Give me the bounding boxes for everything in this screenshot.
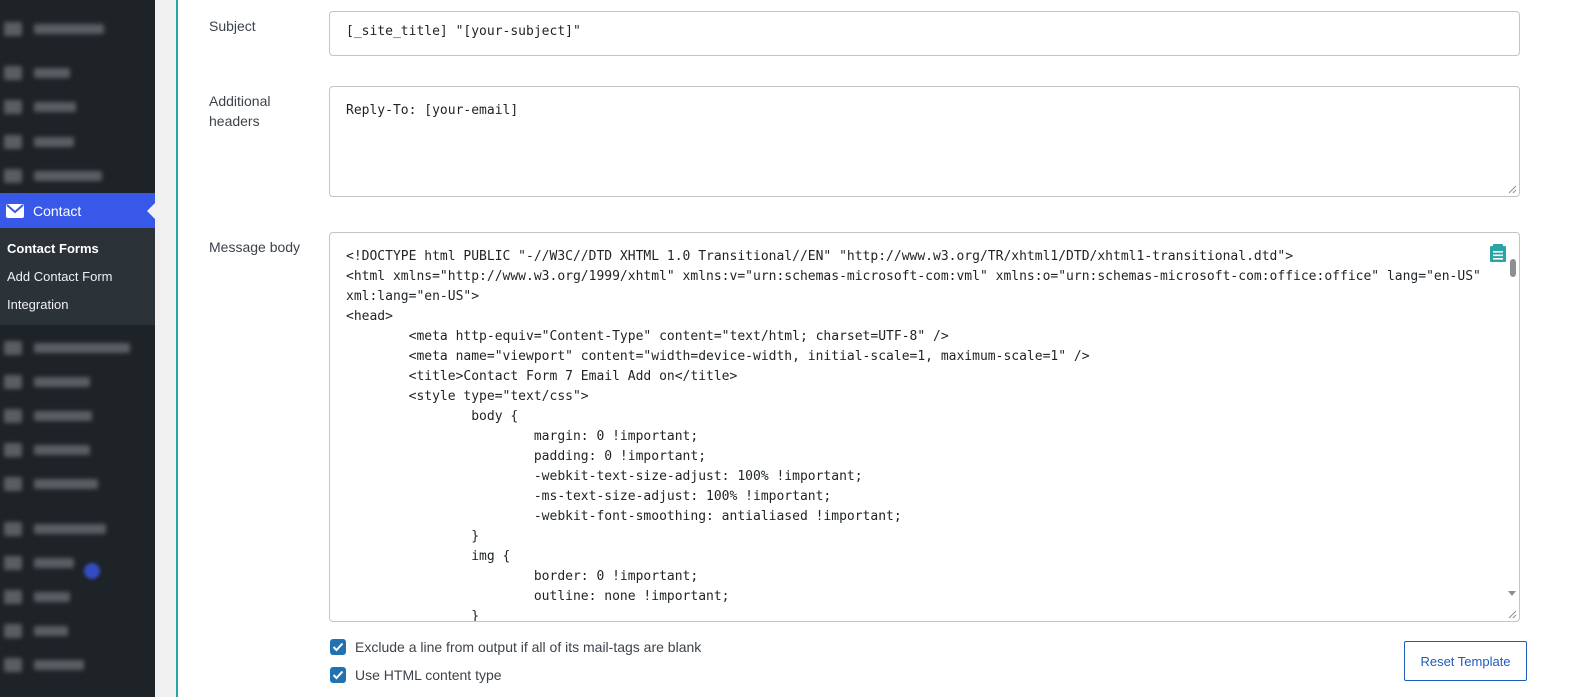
message-body-code: <!DOCTYPE html PUBLIC "-//W3C//DTD XHTML… (346, 249, 1481, 622)
sidebar-item-blurred[interactable] (4, 134, 74, 150)
sidebar-item-blurred[interactable] (4, 408, 92, 424)
subject-label: Subject (209, 18, 256, 34)
sidebar-item-blurred[interactable] (4, 374, 90, 390)
sidebar-item-label: Contact (33, 202, 82, 219)
html-content-checkbox[interactable] (330, 667, 346, 683)
sidebar-item-blurred[interactable] (4, 623, 68, 639)
message-body-textarea[interactable]: <!DOCTYPE html PUBLIC "-//W3C//DTD XHTML… (329, 232, 1520, 622)
sidebar-item-blurred[interactable] (4, 442, 90, 458)
contact-submenu: Contact Forms Add Contact Form Integrati… (0, 228, 155, 325)
sidebar-item-contact[interactable]: Contact (0, 193, 155, 228)
html-content-option[interactable]: Use HTML content type (330, 667, 502, 683)
sidebar-item-blurred[interactable] (4, 521, 106, 537)
additional-headers-label: Additional headers (209, 93, 271, 129)
reset-template-button[interactable]: Reset Template (1404, 641, 1527, 681)
message-body-label: Message body (209, 239, 301, 255)
update-count-badge (84, 563, 100, 579)
admin-sidebar: Contact Contact Forms Add Contact Form I… (0, 0, 155, 697)
sidebar-item-blurred[interactable] (4, 657, 84, 673)
sidebar-item-blurred[interactable] (4, 65, 70, 81)
active-indicator (147, 203, 155, 219)
html-content-label: Use HTML content type (355, 667, 502, 683)
resize-grip-icon[interactable] (1507, 184, 1517, 194)
checkmark-icon (332, 670, 344, 680)
exclude-blank-option[interactable]: Exclude a line from output if all of its… (330, 639, 701, 655)
checkmark-icon (332, 642, 344, 652)
subject-input[interactable]: [_site_title] "[your-subject]" (329, 11, 1520, 56)
exclude-blank-label: Exclude a line from output if all of its… (355, 639, 702, 655)
submenu-add-contact-form[interactable]: Add Contact Form (0, 263, 155, 291)
submenu-contact-forms[interactable]: Contact Forms (0, 235, 155, 263)
exclude-blank-checkbox[interactable] (330, 639, 346, 655)
sidebar-item-blurred[interactable] (4, 340, 130, 356)
sidebar-item-blurred[interactable] (4, 99, 76, 115)
sidebar-item-blurred[interactable] (4, 555, 74, 571)
scroll-thumb[interactable] (1510, 259, 1516, 277)
message-body-scrollbar[interactable] (1507, 247, 1518, 610)
sidebar-item-blurred[interactable] (4, 21, 104, 37)
submenu-integration[interactable]: Integration (0, 291, 155, 319)
additional-headers-textarea[interactable]: Reply-To: [your-email] (329, 86, 1520, 197)
resize-grip-icon[interactable] (1507, 609, 1517, 619)
mail-icon (6, 203, 24, 218)
scroll-down-arrow-icon[interactable] (1508, 591, 1516, 596)
template-icon[interactable] (1489, 243, 1507, 263)
sidebar-item-blurred[interactable] (4, 589, 70, 605)
additional-headers-value: Reply-To: [your-email] (346, 103, 519, 118)
sidebar-item-blurred[interactable] (4, 476, 98, 492)
sidebar-item-blurred[interactable] (4, 168, 102, 184)
